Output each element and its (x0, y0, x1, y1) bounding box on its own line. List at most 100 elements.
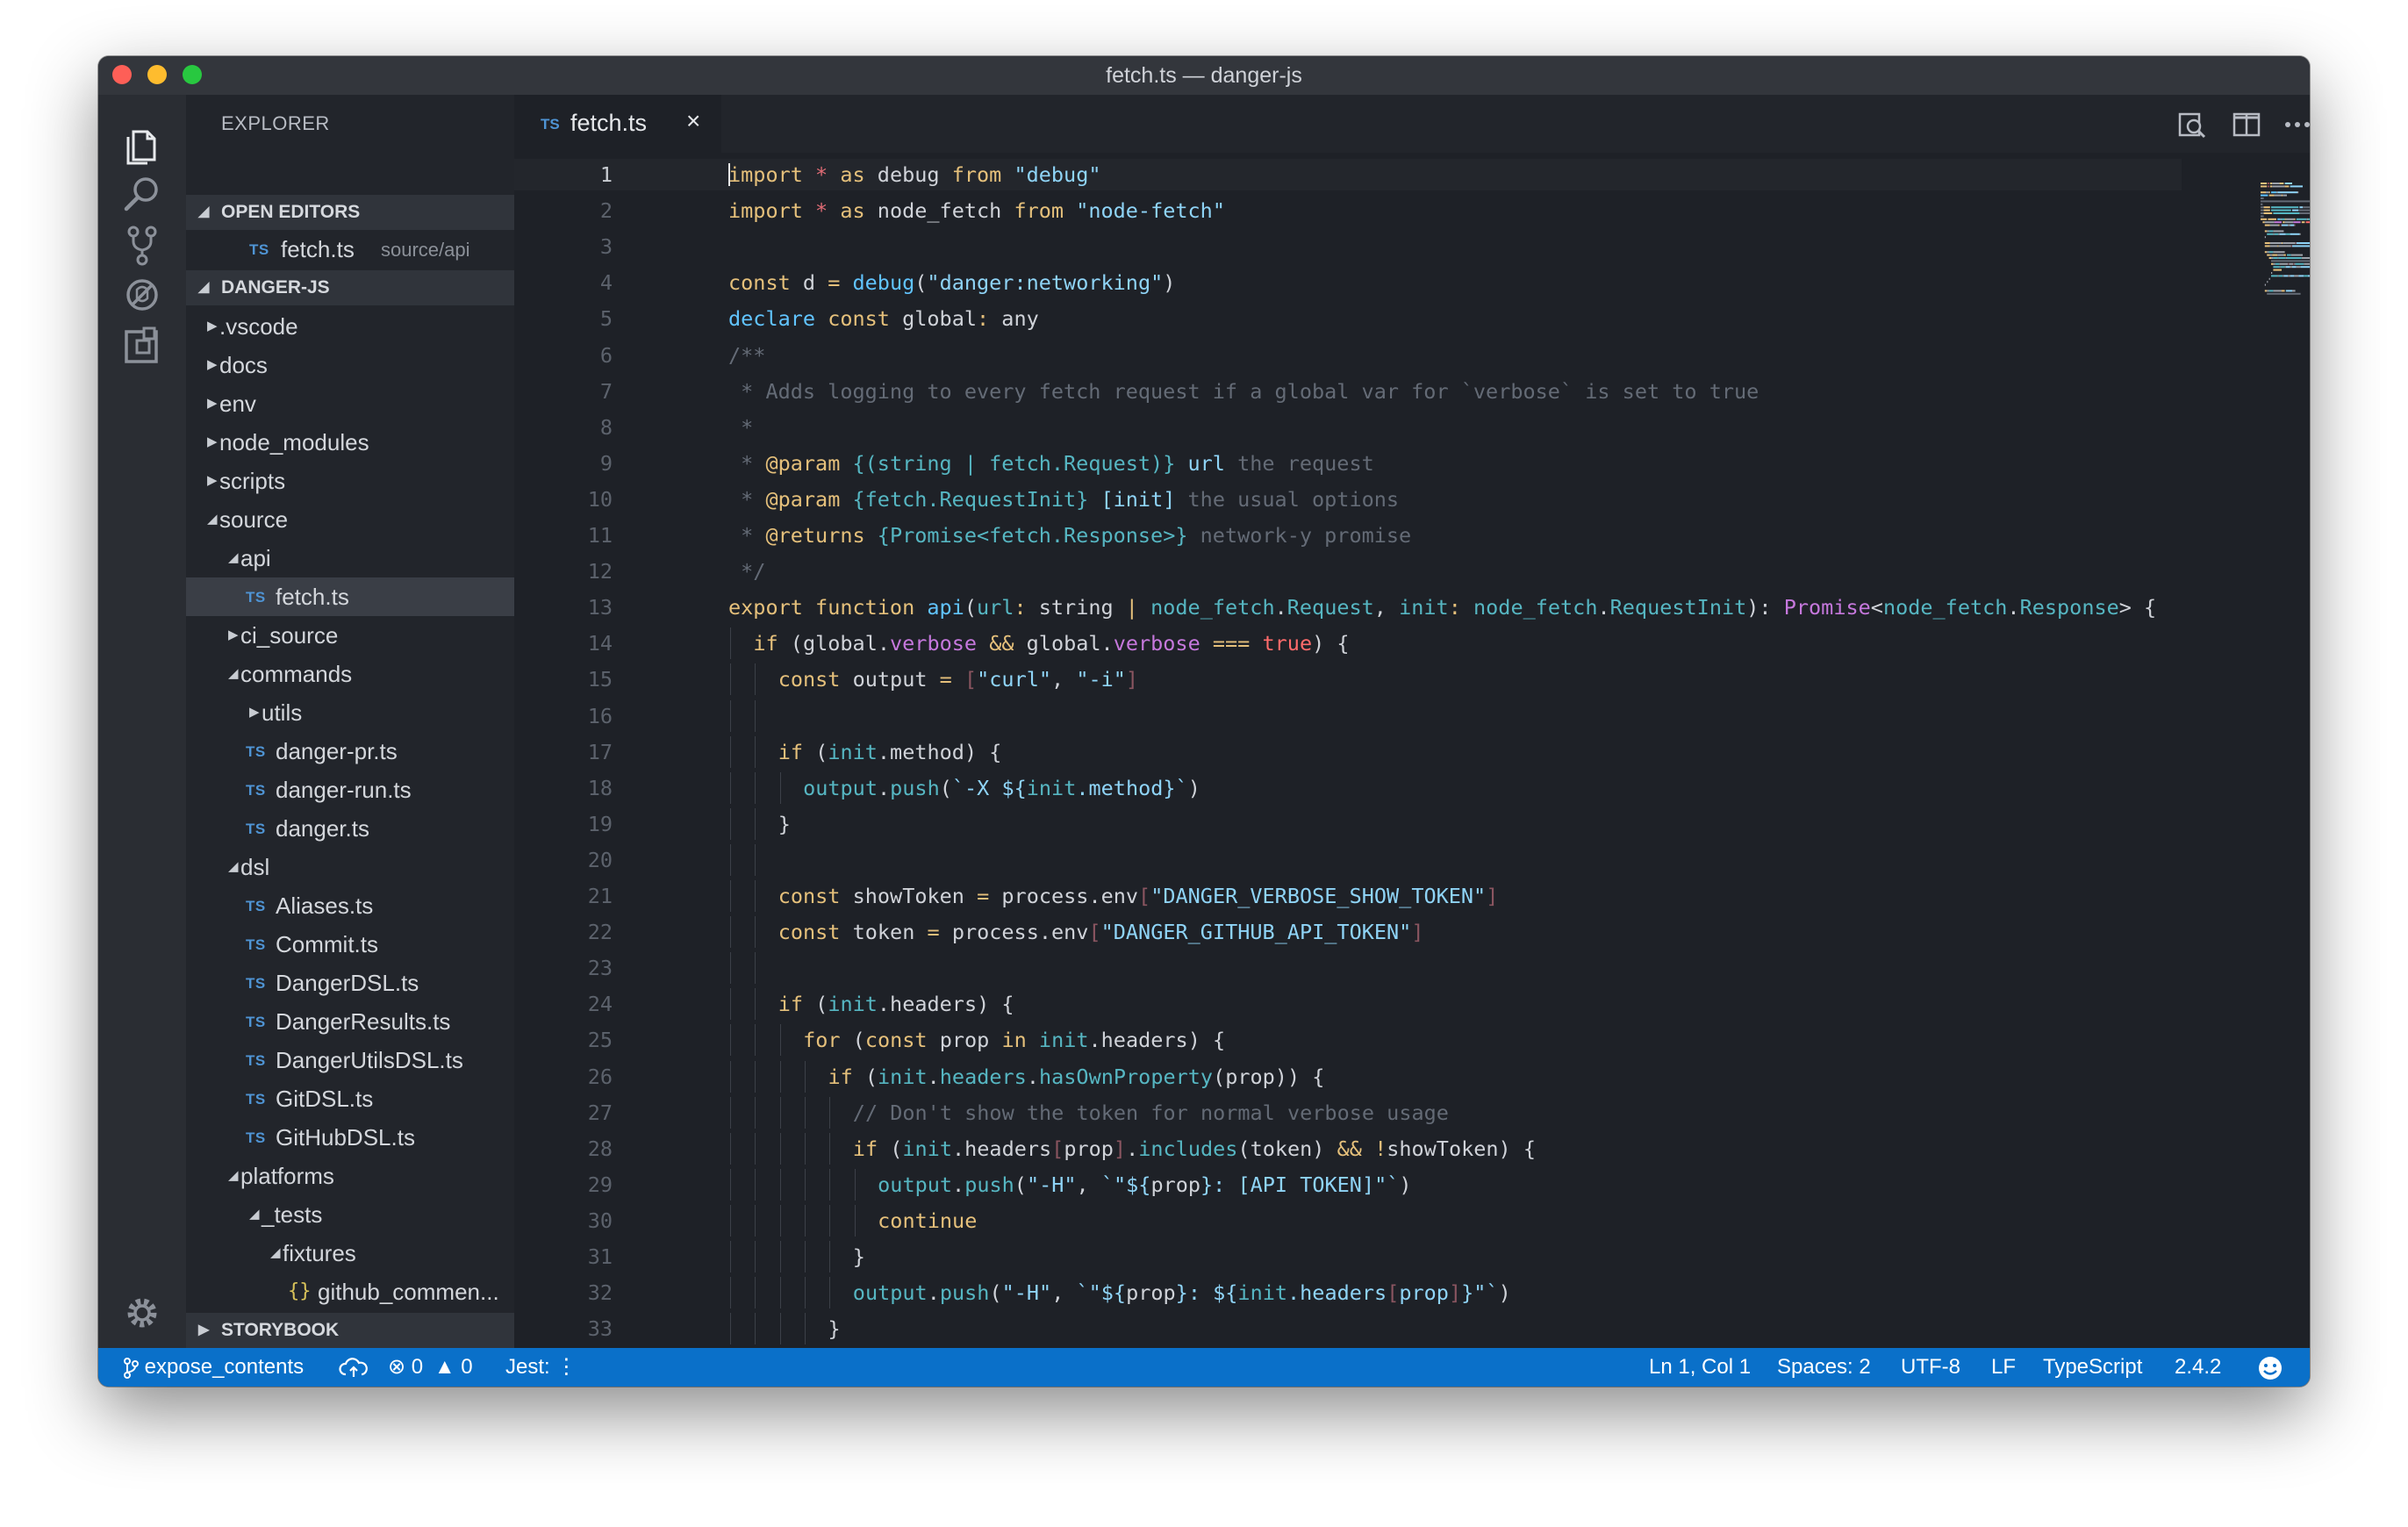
tree-file[interactable]: TS DangerUtilsDSL.ts (186, 1041, 514, 1079)
text-cursor (728, 163, 730, 186)
tree-folder[interactable]: ◢ api (186, 539, 514, 577)
extensions-icon[interactable] (118, 321, 167, 370)
tree-folder[interactable]: ▶ node_modules (186, 423, 514, 462)
tree-folder[interactable]: ◢ source (186, 500, 514, 539)
code-line: 19} (514, 808, 2182, 840)
code-token: , (1051, 1280, 1077, 1305)
language-mode[interactable]: TypeScript (2043, 1348, 2142, 1387)
code-line: 26 if (init.headers.hasOwnProperty(prop))… (514, 1061, 2182, 1093)
files-icon[interactable] (118, 121, 167, 170)
tree-folder[interactable]: ▶ ci_source (186, 616, 514, 655)
indent-guide (755, 844, 756, 876)
code-token: ! (1374, 1136, 1387, 1161)
indent-guide (779, 1061, 781, 1093)
code-token: . (952, 1172, 965, 1197)
search-icon[interactable] (118, 170, 167, 219)
tree-item-label: .vscode (219, 313, 298, 340)
tree-file[interactable]: TS Commit.ts (186, 925, 514, 964)
branch-status[interactable]: expose_contents (123, 1348, 304, 1387)
code-text: if (init.headers) { (778, 988, 1014, 1020)
code-token: }: ${ (1175, 1280, 1238, 1305)
code-token: if (753, 631, 778, 656)
minimap-line (2282, 194, 2283, 197)
minimap-line (2278, 245, 2291, 247)
code-token: import (728, 198, 803, 223)
code-editor[interactable]: 1 import * as debug from "debug" 2 import *… (514, 153, 2310, 1348)
tree-folder[interactable]: ▶ docs (186, 346, 514, 384)
storybook-header[interactable]: ▶ STORYBOOK (186, 1313, 514, 1348)
indent-guide (779, 1241, 781, 1272)
sync-icon[interactable] (339, 1348, 369, 1387)
more-actions-icon[interactable] (2280, 107, 2310, 142)
code-token: (token) (1237, 1136, 1337, 1161)
minimap-line (2274, 233, 2279, 235)
indentation-setting[interactable]: Spaces: 2 (1777, 1348, 1871, 1387)
tree-file[interactable]: {} github_commen... (186, 1272, 514, 1311)
tree-item-label: scripts (219, 468, 286, 494)
warning-icon: ▲ (434, 1355, 455, 1379)
line-number: 10 (587, 487, 613, 512)
minimap-line (2295, 262, 2304, 265)
code-token: `"${ (1076, 1280, 1127, 1305)
cursor-position[interactable]: Ln 1, Col 1 (1649, 1348, 1751, 1387)
jest-status[interactable]: Jest: ⋮ (505, 1348, 577, 1387)
indent-guide (854, 1169, 856, 1201)
tree-folder[interactable]: ◢ commands (186, 655, 514, 693)
code-token: ( (914, 270, 928, 295)
indent-guide (805, 1205, 806, 1237)
tab-fetch-ts[interactable]: TS fetch.ts × (514, 95, 721, 153)
code-token: init (1026, 776, 1077, 800)
code-token: "curl" (977, 667, 1052, 692)
tree-folder[interactable]: ◢ fixtures (186, 1234, 514, 1272)
code-token: } (852, 1244, 865, 1269)
tree-folder[interactable]: ◢ dsl (186, 848, 514, 886)
tree-file[interactable]: TS fetch.ts (186, 577, 514, 616)
open-preview-icon[interactable] (2175, 107, 2210, 142)
code-token: push (964, 1172, 1014, 1197)
tree-folder[interactable]: ◢ platforms (186, 1157, 514, 1195)
feedback-smiley-icon[interactable] (2257, 1348, 2283, 1387)
code-token: any (989, 306, 1039, 331)
split-editor-icon[interactable] (2229, 107, 2264, 142)
line-number: 26 (587, 1065, 613, 1089)
tree-folder[interactable]: ▶ utils (186, 693, 514, 732)
encoding-setting[interactable]: UTF-8 (1901, 1348, 1960, 1387)
minimap-line (2290, 185, 2303, 188)
explorer-title: EXPLORER (221, 112, 330, 134)
tree-file[interactable]: TS Aliases.ts (186, 886, 514, 925)
indent-guide (755, 1097, 756, 1129)
code-token: = (939, 667, 952, 692)
tree-file[interactable]: TS danger.ts (186, 809, 514, 848)
minimap-line (2264, 290, 2268, 292)
tree-folder[interactable]: ▶ scripts (186, 462, 514, 500)
indent-guide (730, 772, 731, 804)
minimap[interactable] (2261, 183, 2310, 305)
tree-folder[interactable]: ▶ .vscode (186, 307, 514, 346)
close-icon[interactable]: × (686, 107, 700, 135)
open-editor-item[interactable]: TS fetch.ts source/api (186, 230, 514, 269)
tree-file[interactable]: TS GitDSL.ts (186, 1079, 514, 1118)
eol-setting[interactable]: LF (1991, 1348, 2016, 1387)
source-control-icon[interactable] (118, 221, 167, 270)
project-header[interactable]: ◢ DANGER-JS (186, 270, 514, 305)
code-token: Response (2019, 595, 2119, 620)
code-token: if (852, 1136, 878, 1161)
code-token: , (1051, 667, 1077, 692)
tree-file[interactable]: TS GitHubDSL.ts (186, 1118, 514, 1157)
settings-gear-icon[interactable] (118, 1288, 167, 1337)
tree-folder[interactable]: ◢ _tests (186, 1195, 514, 1234)
tree-file[interactable]: TS danger-pr.ts (186, 732, 514, 771)
open-editors-header[interactable]: ◢ OPEN EDITORS (186, 195, 514, 230)
tree-file[interactable]: TS DangerDSL.ts (186, 964, 514, 1002)
line-number: 2 (599, 198, 613, 223)
problems-status[interactable]: ⊗ 0 ▲ 0 (388, 1348, 473, 1387)
code-token: [init] (1100, 487, 1176, 512)
typescript-version[interactable]: 2.4.2 (2175, 1348, 2221, 1387)
tree-item-label: node_modules (219, 429, 369, 455)
debug-icon[interactable] (118, 270, 167, 319)
tree-file[interactable]: TS DangerResults.ts (186, 1002, 514, 1041)
minimap-line (2268, 194, 2275, 197)
code-token: .headers) { (877, 992, 1014, 1016)
tree-folder[interactable]: ▶ env (186, 384, 514, 423)
tree-file[interactable]: TS danger-run.ts (186, 771, 514, 809)
